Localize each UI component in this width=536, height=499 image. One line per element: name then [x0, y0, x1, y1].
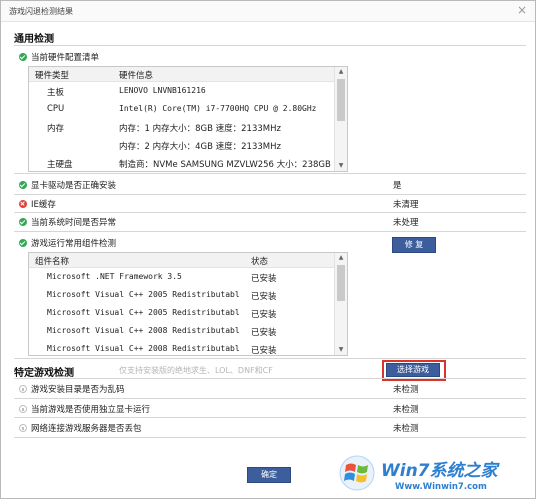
scroll-down-icon[interactable]: ▼	[335, 345, 347, 355]
scroll-down-icon[interactable]: ▼	[335, 161, 347, 171]
table-row: 内存 内存：1 内存大小：8GB 速度：2133MHz	[47, 124, 281, 134]
check-icon	[19, 218, 27, 226]
section-title-general: 通用检测	[14, 34, 54, 45]
table-row: Microsoft Visual C++ 2005 Redistributabl…	[47, 308, 277, 320]
check-packet-loss: 网络连接游戏服务器是否丢包	[19, 422, 142, 434]
window-title: 游戏闪退检测结果	[9, 7, 73, 16]
table-row: 主板 LENOVO LNVNB161216	[47, 86, 206, 98]
check-icon	[19, 53, 27, 61]
repair-button[interactable]: 修 复	[392, 237, 436, 253]
scroll-up-icon[interactable]: ▲	[335, 253, 347, 263]
scrollbar-thumb[interactable]	[337, 79, 345, 121]
table-row: Microsoft Visual C++ 2005 Redistributabl…	[47, 290, 277, 302]
status-value: 未检测	[393, 424, 419, 434]
check-gpu-driver: 显卡驱动是否正确安装	[19, 179, 116, 191]
check-icon	[19, 181, 27, 189]
close-icon[interactable]: ×	[517, 3, 527, 17]
status-value: 未清理	[393, 200, 419, 210]
table-row: Microsoft Visual C++ 2008 Redistributabl…	[47, 344, 277, 356]
section-title-specific: 特定游戏检测	[14, 368, 74, 379]
check-icon	[19, 239, 27, 247]
column-header: 状态	[251, 257, 269, 267]
info-icon	[19, 385, 27, 393]
table-header: 硬件类型 硬件信息	[29, 67, 334, 82]
status-value: 未检测	[393, 385, 419, 395]
status-value: 未检测	[393, 405, 419, 415]
error-icon	[19, 200, 27, 208]
table-row: 内存：2 内存大小：4GB 速度：2133MHz	[119, 142, 281, 152]
components-table[interactable]: 组件名称 状态 Microsoft .NET Framework 3.5 已安装…	[28, 252, 348, 356]
info-icon	[19, 424, 27, 432]
table-row: Microsoft .NET Framework 3.5 已安装	[47, 272, 277, 284]
check-system-time: 当前系统时间是否异常	[19, 216, 116, 228]
scrollbar[interactable]: ▲ ▼	[334, 67, 347, 171]
watermark-url: Www.Winwin7.com	[395, 482, 487, 492]
table-row: Microsoft Visual C++ 2008 Redistributabl…	[47, 326, 277, 338]
check-ie-cache: IE缓存	[19, 198, 56, 210]
result-dialog: 游戏闪退检测结果 × 通用检测 当前硬件配置清单 硬件类型 硬件信息 主板 LE…	[0, 0, 536, 499]
scroll-up-icon[interactable]: ▲	[335, 67, 347, 77]
watermark-brand: Win7系统之家	[381, 461, 498, 481]
table-row: 主硬盘 制造商：NVMe SAMSUNG MZVLW256 大小：238GB	[47, 160, 331, 170]
scrollbar[interactable]: ▲ ▼	[334, 253, 347, 355]
hardware-table[interactable]: 硬件类型 硬件信息 主板 LENOVO LNVNB161216 CPU Inte…	[28, 66, 348, 172]
table-header: 组件名称 状态	[29, 253, 334, 268]
ok-button[interactable]: 确定	[247, 467, 291, 483]
column-header: 硬件信息	[119, 71, 154, 81]
windows-logo-icon	[339, 455, 375, 491]
column-header: 硬件类型	[35, 71, 70, 81]
title-bar: 游戏闪退检测结果 ×	[1, 1, 535, 22]
info-icon	[19, 405, 27, 413]
table-row: CPU Intel(R) Core(TM) i7-7700HQ CPU @ 2.…	[47, 104, 317, 114]
status-value: 是	[393, 181, 402, 191]
check-components: 游戏运行常用组件检测	[19, 237, 116, 249]
check-install-path: 游戏安装目录是否为乱码	[19, 383, 125, 395]
scrollbar-thumb[interactable]	[337, 265, 345, 301]
divider	[14, 45, 526, 46]
column-header: 组件名称	[35, 257, 70, 267]
watermark: Win7系统之家 Www.Winwin7.com	[335, 452, 535, 498]
status-value: 未处理	[393, 218, 419, 228]
check-dedicated-gpu: 当前游戏是否使用独立显卡运行	[19, 403, 150, 415]
support-hint: 仅支持安装版的绝地求生、LOL、DNF和CF	[119, 366, 273, 375]
select-game-button[interactable]: 选择游戏	[386, 363, 440, 377]
hardware-list-label: 当前硬件配置清单	[19, 51, 99, 63]
